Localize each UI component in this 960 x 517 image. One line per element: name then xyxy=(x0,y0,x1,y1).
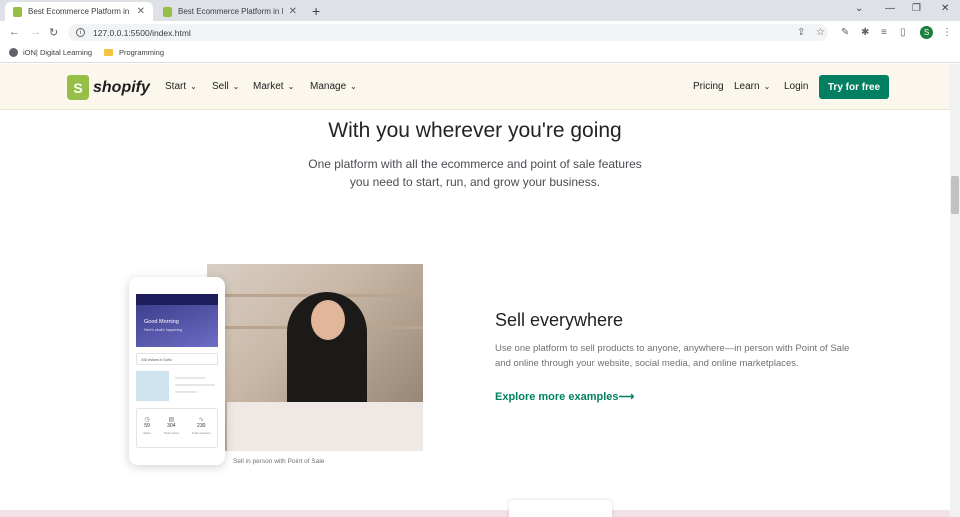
next-section-card xyxy=(509,500,612,517)
stat-icon: ▤ xyxy=(168,417,175,423)
placeholder-line xyxy=(175,384,215,386)
folder-icon xyxy=(104,49,113,56)
phone-greeting-sub: Here's what's happening xyxy=(144,328,183,332)
nav-label: Sell xyxy=(212,81,229,92)
bookmark-ion[interactable]: iON| Digital Learning xyxy=(9,48,92,57)
stat-icon: ∿ xyxy=(198,417,204,423)
close-tab-icon[interactable]: ✕ xyxy=(289,6,297,17)
bookmark-programming[interactable]: Programming xyxy=(104,48,164,57)
logo-wordmark: shopify xyxy=(93,78,150,96)
site-info-icon[interactable]: i xyxy=(76,28,85,37)
shop-owner-face xyxy=(311,300,345,340)
hero-subtitle-line: One platform with all the ecommerce and … xyxy=(308,157,642,171)
nav-label: Start xyxy=(165,81,187,92)
new-tab-icon[interactable]: + xyxy=(312,3,320,19)
shopify-favicon-icon xyxy=(163,6,172,17)
chevron-down-icon: ⌄ xyxy=(232,82,240,91)
forward-icon[interactable]: → xyxy=(30,26,41,38)
nav-label: Manage xyxy=(310,81,347,92)
phone-visitors-row: 340 visitors in SoHo xyxy=(136,353,218,365)
phone-mockup: Good Morning Here's what's happening 340… xyxy=(129,277,225,465)
hero-title: With you wherever you're going xyxy=(328,119,622,142)
stool-product-image xyxy=(136,371,169,401)
nav-start[interactable]: Start ⌄ xyxy=(165,81,197,92)
placeholder-line xyxy=(175,377,205,379)
stat-label: Total orders xyxy=(163,431,180,435)
pos-photo xyxy=(207,264,423,451)
bookmarks-bar: iON| Digital Learning Programming xyxy=(0,43,960,63)
restore-icon[interactable]: ❐ xyxy=(912,3,921,14)
tab-search-icon[interactable]: ⌄ xyxy=(855,3,863,14)
chevron-down-icon: ⌄ xyxy=(350,82,357,91)
link-label: Explore more examples xyxy=(495,391,619,403)
extensions-puzzle-icon[interactable]: ✱ xyxy=(861,27,869,38)
try-for-free-button[interactable]: Try for free xyxy=(819,75,889,99)
section-title: Sell everywhere xyxy=(495,310,624,330)
close-tab-icon[interactable]: ✕ xyxy=(137,6,145,17)
address-bar[interactable]: i 127.0.0.1:5500/index.html xyxy=(68,24,828,41)
arrow-right-icon: ⟶ xyxy=(618,391,635,403)
tab-shopify-1[interactable]: Best Ecommerce Platform in India ✕ xyxy=(5,2,153,21)
profile-avatar[interactable]: S xyxy=(920,26,933,39)
stat-orders: ▤ 304 Total orders xyxy=(163,416,179,447)
tab-title: Best Ecommerce Platform in India xyxy=(28,7,131,16)
hero-subtitle: One platform with all the ecommerce and … xyxy=(290,155,660,191)
stat-sales: ◷ 59 Sales xyxy=(143,416,151,447)
page-viewport: S shopify Start ⌄ Sell ⌄ Market ⌄ Manage ⌄ P… xyxy=(0,64,950,517)
stat-value: 230 xyxy=(197,423,206,429)
menu-kebab-icon[interactable]: ⋮ xyxy=(942,27,952,38)
nav-login[interactable]: Login xyxy=(784,81,808,92)
phone-greeting-card: Good Morning Here's what's happening xyxy=(136,305,218,347)
nav-learn[interactable]: Learn ⌄ xyxy=(734,81,770,92)
phone-app-bar xyxy=(136,294,218,305)
chevron-down-icon: ⌄ xyxy=(287,82,295,91)
nav-label: Market xyxy=(253,81,284,92)
side-panel-icon[interactable]: ▯ xyxy=(900,27,906,38)
globe-icon xyxy=(9,48,18,57)
minimize-icon[interactable]: — xyxy=(885,3,895,14)
shopify-logo[interactable]: S shopify xyxy=(67,75,150,100)
shopify-favicon-icon xyxy=(13,6,22,17)
stat-label: Total sessions xyxy=(191,431,211,435)
next-section-strip xyxy=(0,510,950,517)
phone-stats: ◷ 59 Sales ▤ 304 Total orders ∿ 230 Total sess… xyxy=(136,408,218,448)
browser-toolbar: ← → ↻ i 127.0.0.1:5500/index.html ⇪ ☆ ✎ … xyxy=(0,21,960,43)
photo-caption: Sell in person with Point of Sale xyxy=(233,458,325,465)
placeholder-line xyxy=(175,391,197,393)
url-text: 127.0.0.1:5500/index.html xyxy=(93,27,191,38)
stat-value: 304 xyxy=(167,423,176,429)
shopify-bag-icon: S xyxy=(67,75,89,100)
stat-value: 59 xyxy=(144,423,150,429)
nav-sell[interactable]: Sell ⌄ xyxy=(212,81,239,92)
site-header: S shopify Start ⌄ Sell ⌄ Market ⌄ Manage ⌄ P… xyxy=(0,64,950,110)
section-body: Use one platform to sell products to any… xyxy=(495,343,850,369)
nav-market[interactable]: Market ⌄ xyxy=(253,81,294,92)
bookmark-star-icon[interactable]: ☆ xyxy=(816,27,825,38)
stat-icon: ◷ xyxy=(144,417,150,423)
chevron-down-icon: ⌄ xyxy=(190,82,197,91)
close-window-icon[interactable]: ✕ xyxy=(941,3,949,14)
hero-subtitle-line: you need to start, run, and grow your bu… xyxy=(349,175,601,189)
reload-icon[interactable]: ↻ xyxy=(49,26,58,39)
tab-title: Best Ecommerce Platform in India xyxy=(178,7,283,16)
nav-label: Learn xyxy=(734,81,760,92)
phone-greeting: Good Morning xyxy=(144,319,179,325)
counter xyxy=(227,402,423,451)
explore-examples-link[interactable]: Explore more examples⟶ xyxy=(495,390,634,403)
page-scrollbar[interactable] xyxy=(950,64,960,517)
stat-label: Sales xyxy=(143,431,151,435)
tab-strip: Best Ecommerce Platform in India ✕ Best … xyxy=(0,0,960,21)
scrollbar-thumb[interactable] xyxy=(951,176,959,214)
stat-sessions: ∿ 230 Total sessions xyxy=(192,416,211,447)
tab-shopify-2[interactable]: Best Ecommerce Platform in India ✕ xyxy=(155,2,305,21)
chevron-down-icon: ⌄ xyxy=(763,82,771,91)
extension-pen-icon[interactable]: ✎ xyxy=(841,27,849,38)
nav-pricing[interactable]: Pricing xyxy=(693,81,724,92)
share-icon[interactable]: ⇪ xyxy=(797,27,805,38)
media-queue-icon[interactable]: ≡ xyxy=(881,27,887,38)
back-icon[interactable]: ← xyxy=(9,26,20,38)
nav-manage[interactable]: Manage ⌄ xyxy=(310,81,357,92)
bookmark-label: iON| Digital Learning xyxy=(23,48,93,57)
bookmark-label: Programming xyxy=(119,48,165,57)
